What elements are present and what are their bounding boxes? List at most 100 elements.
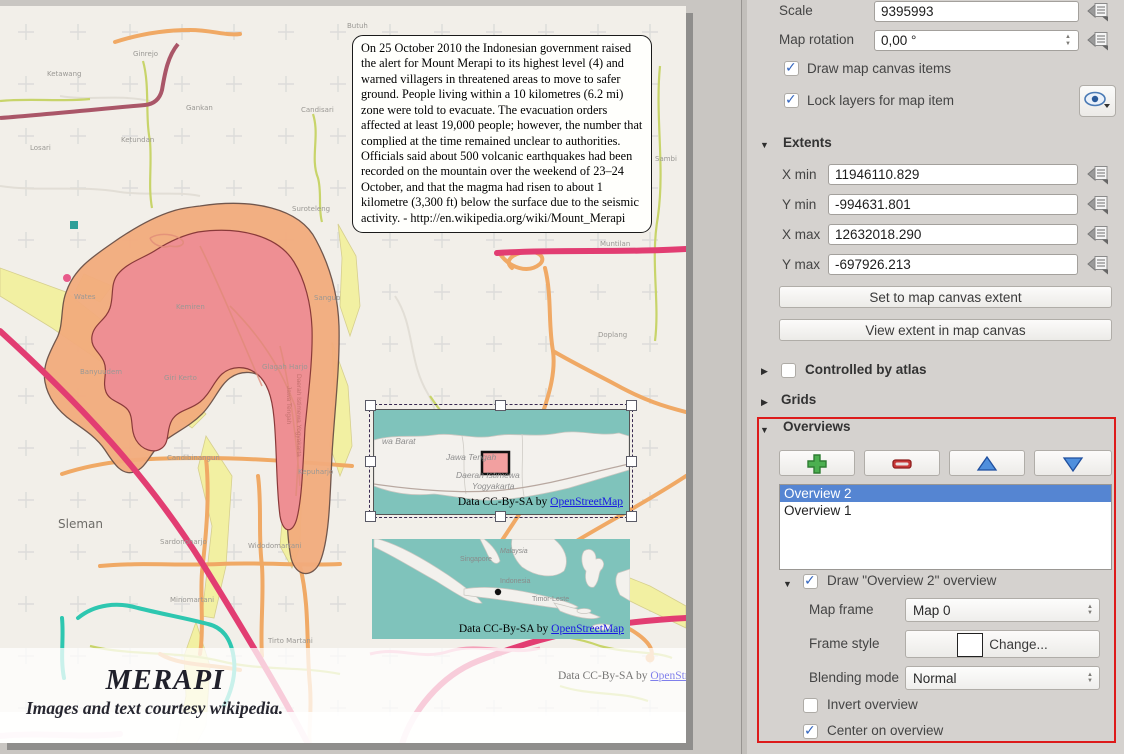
xmax-input[interactable]: 12632018.290 [828, 224, 1078, 245]
draw-overview-label: Draw "Overview 2" overview [827, 573, 996, 588]
draw-map-canvas-items-label: Draw map canvas items [807, 61, 951, 76]
place-label: Glagah Harjo [262, 363, 308, 371]
draw-map-canvas-items-checkbox[interactable] [784, 61, 799, 76]
overview-map-item-1[interactable]: wa Barat Jawa Tengah Daerah Istimewa Yog… [373, 409, 630, 515]
invert-overview-label: Invert overview [827, 697, 918, 712]
combo-arrows: ▲▼ [1084, 599, 1096, 621]
place-label: Ketundan [121, 136, 154, 144]
view-extent-in-map-canvas-button[interactable]: View extent in map canvas [779, 319, 1112, 341]
rotation-spinner[interactable]: ▲▼ [1061, 30, 1075, 55]
overview-list-item[interactable]: Overview 1 [780, 502, 1111, 519]
place-label: Widodomartani [248, 542, 302, 550]
minus-icon [891, 453, 913, 475]
grids-collapse-arrow[interactable]: ▶ [761, 394, 768, 409]
inset-label: Daerah Istimewa [456, 470, 520, 480]
teal-marker [70, 221, 78, 229]
overview-extent-marker [495, 589, 501, 595]
data-defined-override-button[interactable] [1085, 1, 1111, 22]
overviews-title: Overviews [783, 419, 851, 434]
blending-mode-combo[interactable]: Normal ▲▼ [905, 666, 1100, 690]
center-on-overview-checkbox[interactable] [803, 724, 818, 739]
data-defined-override-button[interactable] [1085, 254, 1111, 275]
xmin-input[interactable]: 11946110.829 [828, 164, 1078, 185]
boundary-label: Daerah Istimewa Yogyakarta [295, 374, 302, 457]
overviews-collapse-arrow[interactable]: ▼ [760, 422, 769, 437]
place-label: Sardonoharjo [160, 538, 207, 546]
map-frame-combo[interactable]: Map 0 ▲▼ [905, 598, 1100, 622]
blending-mode-value: Normal [913, 671, 957, 686]
credit-link: OpenStreetMap [650, 670, 686, 682]
place-label: Doplang [598, 331, 627, 339]
data-defined-override-button[interactable] [1085, 164, 1111, 185]
composer-canvas[interactable]: Jawa Tengah Daerah Istimewa Yogyakarta B… [0, 0, 741, 754]
place-label: Suroteleng [292, 205, 330, 213]
credit-link[interactable]: OpenStreetMap [550, 496, 623, 508]
resize-handle-s[interactable] [495, 511, 506, 522]
lock-layers-visibility-button[interactable] [1079, 85, 1116, 117]
resize-handle-w[interactable] [365, 456, 376, 467]
main-map-credit: Data CC-By-SA by OpenStreetMap [558, 670, 686, 682]
place-label: Candibinangun [167, 454, 220, 462]
map-rotation-input[interactable]: 0,00 ° [874, 30, 1079, 51]
place-label: Tirto Martani [267, 637, 313, 645]
draw-overview-collapse-arrow[interactable]: ▼ [783, 576, 792, 591]
resize-handle-se[interactable] [626, 511, 637, 522]
place-label: Ginrejo [133, 50, 158, 58]
scale-input[interactable]: 9395993 [874, 1, 1079, 22]
controlled-by-atlas-checkbox[interactable] [781, 363, 796, 378]
lock-layers-checkbox[interactable] [784, 93, 799, 108]
resize-handle-nw[interactable] [365, 400, 376, 411]
data-defined-override-button[interactable] [1085, 194, 1111, 215]
credit-link[interactable]: OpenStreetMap [551, 623, 624, 635]
move-overview-up-button[interactable] [949, 450, 1025, 476]
ymax-input[interactable]: -697926.213 [828, 254, 1078, 275]
overview-map-item-2[interactable]: Singapore Malaysia Indonesia Timor-Leste… [372, 539, 630, 639]
pink-marker [63, 274, 71, 282]
resize-handle-e[interactable] [626, 456, 637, 467]
credit-text: Data CC-By-SA by [558, 670, 650, 682]
resize-handle-sw[interactable] [365, 511, 376, 522]
overviews-list[interactable]: Overview 2 Overview 1 [779, 484, 1112, 570]
map-title-label[interactable]: MERAPI [60, 664, 270, 697]
ymax-label: Y max [782, 257, 820, 272]
change-button-label: Change... [989, 637, 1048, 652]
atlas-collapse-arrow[interactable]: ▶ [761, 363, 768, 378]
add-overview-button[interactable] [779, 450, 855, 476]
data-defined-override-button[interactable] [1085, 224, 1111, 245]
credit-text: Data CC-By-SA by [458, 496, 550, 508]
place-label: Butuh [347, 22, 368, 30]
eye-icon [1080, 86, 1113, 114]
map-note-label[interactable]: On 25 October 2010 the Indonesian govern… [352, 35, 652, 233]
qgis-composer-window: Jawa Tengah Daerah Istimewa Yogyakarta B… [0, 0, 1124, 754]
place-label: Candisari [301, 106, 334, 114]
resize-handle-n[interactable] [495, 400, 506, 411]
ymin-input[interactable]: -994631.801 [828, 194, 1078, 215]
place-label: Muntilan [600, 240, 630, 248]
remove-overview-button[interactable] [864, 450, 940, 476]
map-frame-value: Map 0 [913, 603, 951, 618]
place-label: Sangup [314, 294, 341, 302]
move-overview-down-button[interactable] [1034, 450, 1112, 476]
draw-overview-checkbox[interactable] [803, 574, 818, 589]
invert-overview-checkbox[interactable] [803, 698, 818, 713]
place-label: Ketawang [47, 70, 81, 78]
arrow-down-icon [1062, 454, 1084, 474]
arrow-up-icon [976, 454, 998, 474]
frame-style-change-button[interactable]: Change... [905, 630, 1100, 658]
center-on-overview-label: Center on overview [827, 723, 943, 738]
data-defined-override-button[interactable] [1085, 30, 1111, 51]
place-label: Minomartani [170, 596, 214, 604]
set-to-map-canvas-extent-button[interactable]: Set to map canvas extent [779, 286, 1112, 308]
overview-list-item[interactable]: Overview 2 [780, 485, 1111, 502]
place-label: Giri Kerto [164, 374, 197, 382]
map-frame-label: Map frame [809, 602, 874, 617]
place-label: Losari [30, 144, 51, 152]
composition-paper[interactable]: Jawa Tengah Daerah Istimewa Yogyakarta B… [0, 6, 686, 743]
resize-handle-ne[interactable] [626, 400, 637, 411]
extents-collapse-arrow[interactable]: ▼ [760, 137, 769, 152]
inset-label: Yogyakarta [472, 481, 515, 491]
ymin-label: Y min [782, 197, 816, 212]
map-subtitle-label[interactable]: Images and text courtesy wikipedia. [26, 698, 283, 719]
credit-text: Data CC-By-SA by [459, 623, 551, 635]
place-label: Gankan [186, 104, 213, 112]
